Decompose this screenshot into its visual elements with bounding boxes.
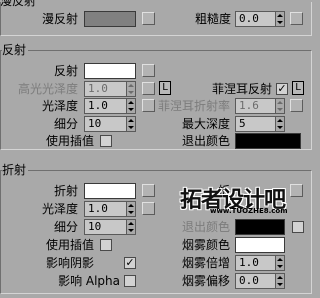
roughness-map-button[interactable] <box>290 12 303 25</box>
fog-bias-value: 0.0 <box>239 274 259 287</box>
affect-shadows-checkbox[interactable]: ✓ <box>124 257 136 269</box>
refract-gloss-map-button[interactable] <box>142 202 155 215</box>
fresnel-ior-map-button[interactable] <box>290 99 303 112</box>
fog-bias-spinner[interactable]: 0.0 <box>235 273 285 289</box>
roughness-spinner[interactable]: 0.0 <box>235 11 285 27</box>
refract-label: 折射 <box>53 184 78 198</box>
reflect-subdivs-label: 细分 <box>53 117 78 131</box>
affect-shadows-label: 影响阴影 <box>45 256 94 270</box>
diffuse-map-button[interactable] <box>142 12 155 25</box>
hilight-gloss-label: 高光光泽度 <box>17 82 78 96</box>
refract-subdivs-value: 10 <box>88 220 102 233</box>
spinner-arrows-icon[interactable] <box>275 274 284 288</box>
hilight-gloss-value: 1.0 <box>88 82 108 95</box>
refraction-section-title: 折射 <box>2 163 29 177</box>
spinner-arrows-icon[interactable] <box>126 99 135 113</box>
reflect-use-interp-label: 使用插值 <box>45 134 94 148</box>
reflect-gloss-spinner[interactable]: 1.0 <box>84 98 136 114</box>
reflect-subdivs-spinner[interactable]: 10 <box>84 116 136 132</box>
hilight-gloss-spinner[interactable]: 1.0 <box>84 81 136 97</box>
spinner-arrows-icon[interactable] <box>126 220 135 234</box>
refract-exit-color-checkbox[interactable] <box>292 221 304 233</box>
fresnel-label: 菲涅耳反射 <box>211 82 272 96</box>
fog-mult-spinner[interactable]: 1.0 <box>235 255 285 271</box>
fresnel-lock-button[interactable]: L <box>292 81 304 95</box>
fog-color-swatch[interactable] <box>235 237 285 253</box>
fresnel-checkbox[interactable]: ✓ <box>276 83 288 95</box>
diffuse-label: 漫反射 <box>41 12 78 26</box>
refract-exit-color-swatch[interactable] <box>235 219 285 235</box>
refract-use-interp-label: 使用插值 <box>45 238 94 252</box>
reflect-map-button[interactable] <box>142 64 155 77</box>
reflect-exit-color-label: 退出颜色 <box>181 134 230 148</box>
roughness-value: 0.0 <box>239 12 259 25</box>
spinner-arrows-icon[interactable] <box>275 117 284 131</box>
refract-map-button[interactable] <box>142 184 155 197</box>
refract-subdivs-spinner[interactable]: 10 <box>84 219 136 235</box>
fresnel-ior-value: 1.6 <box>239 99 259 112</box>
spinner-arrows-icon[interactable] <box>275 256 284 270</box>
affect-alpha-checkbox[interactable] <box>124 275 136 287</box>
refract-gloss-spinner[interactable]: 1.0 <box>84 201 136 217</box>
reflection-section-title: 反射 <box>2 43 29 57</box>
fog-mult-label: 烟雾倍增 <box>181 256 230 270</box>
hilight-gloss-map-button[interactable] <box>142 82 155 95</box>
fresnel-ior-label: 菲涅耳折射率 <box>157 99 230 113</box>
fog-bias-label: 烟雾偏移 <box>181 274 230 288</box>
reflect-subdivs-value: 10 <box>88 117 102 130</box>
refract-use-interp-checkbox[interactable] <box>100 239 112 251</box>
max-depth-value: 5 <box>239 117 246 130</box>
refract-gloss-value: 1.0 <box>88 202 108 215</box>
reflect-color-swatch[interactable] <box>84 63 136 79</box>
spinner-arrows-icon[interactable] <box>126 202 135 216</box>
refract-subdivs-label: 细分 <box>53 220 78 234</box>
refract-exit-color-label: 退出颜色 <box>181 220 230 234</box>
fog-mult-value: 1.0 <box>239 256 259 269</box>
spinner-arrows-icon[interactable] <box>275 99 284 113</box>
refract-gloss-label: 光泽度 <box>41 202 78 216</box>
fresnel-ior-spinner[interactable]: 1.6 <box>235 98 285 114</box>
spinner-arrows-icon[interactable] <box>126 117 135 131</box>
reflect-exit-color-swatch[interactable] <box>235 133 301 149</box>
roughness-label: 粗糙度 <box>194 12 231 26</box>
max-depth-label: 最大深度 <box>181 117 230 131</box>
max-depth-spinner[interactable]: 5 <box>235 116 285 132</box>
refract-ior-map-button[interactable] <box>290 184 303 197</box>
affect-alpha-label: 影响 Alpha <box>58 274 120 288</box>
diffuse-section-title: 漫反射 <box>0 0 37 8</box>
fog-color-label: 烟雾颜色 <box>181 238 230 252</box>
spinner-arrows-icon[interactable] <box>126 82 135 96</box>
reflect-use-interp-checkbox[interactable] <box>100 135 112 147</box>
reflect-gloss-value: 1.0 <box>88 99 108 112</box>
spinner-arrows-icon[interactable] <box>275 12 284 26</box>
diffuse-color-swatch[interactable] <box>84 11 136 27</box>
watermark-url: www.TUOZHE8.com <box>210 207 288 215</box>
hilight-lock-button[interactable]: L <box>159 81 171 95</box>
refract-color-swatch[interactable] <box>84 183 136 199</box>
reflect-gloss-label: 光泽度 <box>41 99 78 113</box>
reflect-label: 反射 <box>53 64 78 78</box>
